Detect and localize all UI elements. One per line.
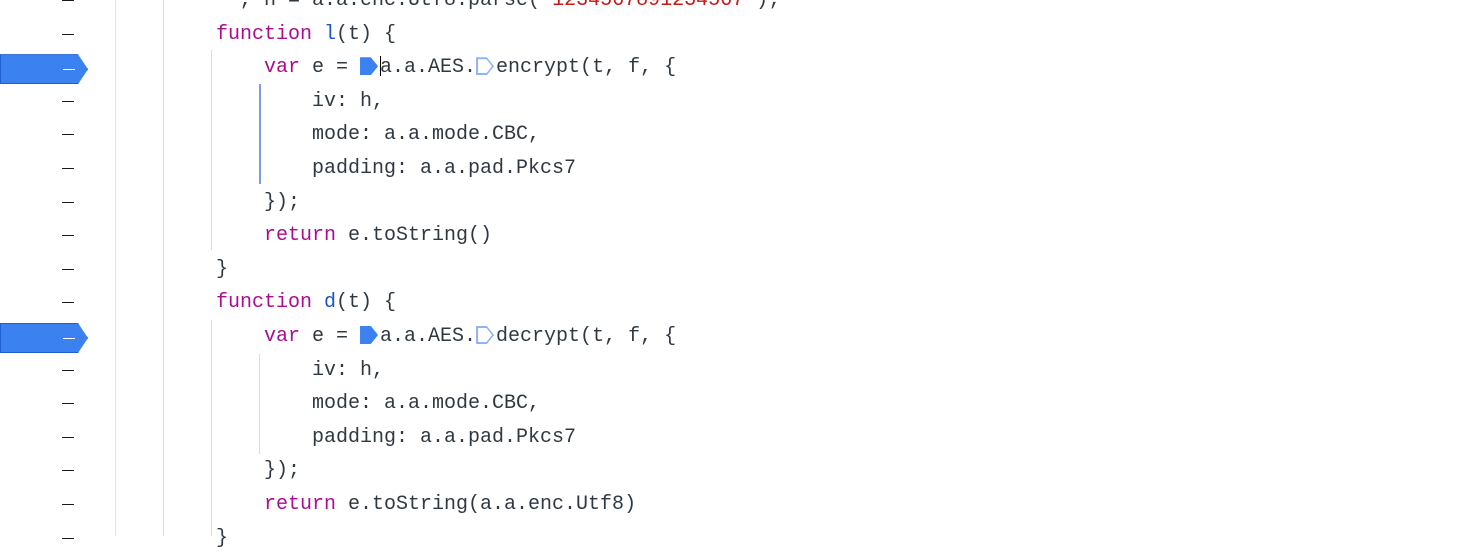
code-token: }); [264,190,301,214]
keyword-token: var [264,56,301,80]
line-dash-marker [62,302,74,304]
line-dash-marker [63,338,75,339]
line-dash-marker [62,504,74,505]
code-line[interactable]: var e = a.a.AES. decrypt(t, f, { [264,320,676,354]
code-token: (t) { [336,22,397,46]
gutter-line[interactable] [0,488,116,522]
gutter-line[interactable] [0,219,116,253]
gutter-line[interactable] [0,421,116,455]
code-token: encrypt(t, f, { [496,56,677,80]
code-token: } [216,257,229,281]
code-token: iv: h, [312,89,385,113]
string-token: "1234567891234567" [540,0,757,12]
line-dash-marker [62,436,74,438]
inline-breakpoint-active-icon[interactable] [360,326,379,344]
code-line[interactable]: , h = a.a.enc.Utf8.parse("12345678912345… [240,0,780,18]
code-line[interactable]: padding: a.a.pad.Pkcs7 [312,421,576,455]
indent-guide [211,50,212,250]
indent-guide [163,0,164,536]
line-dash-marker [62,268,74,270]
line-gutter[interactable] [0,0,116,539]
code-editor[interactable]: , h = a.a.enc.Utf8.parse("12345678912345… [116,0,1472,550]
gutter-line[interactable] [0,85,116,119]
code-token: e = [300,325,361,348]
inline-breakpoint-inactive-icon[interactable] [476,326,495,344]
keyword-token: var [264,325,301,348]
line-dash-marker [62,33,74,35]
line-dash-marker [62,134,74,136]
code-token: , h = a.a.enc.Utf8.parse( [240,0,541,12]
code-line[interactable]: iv: h, [312,354,384,388]
line-dash-marker [62,100,74,102]
breakpoint-marker[interactable] [0,51,116,85]
line-dash-marker [62,470,74,472]
code-line[interactable]: function l(t) { [216,18,396,52]
code-token: a.a.AES. [380,56,477,80]
code-token: e = [300,56,361,80]
code-token: e.toString() [336,224,493,248]
code-token: ); [756,0,781,12]
inline-breakpoint-inactive-icon[interactable] [476,57,495,76]
code-token: iv: h, [312,358,385,382]
gutter-line[interactable] [0,522,116,556]
function-name-token: d [324,291,337,315]
code-token: mode: a.a.mode.CBC, [312,123,541,147]
line-dash-marker [62,168,74,169]
code-line[interactable]: iv: h, [312,85,384,119]
code-token: } [216,526,229,550]
code-line[interactable]: mode: a.a.mode.CBC, [312,118,540,152]
gutter-line[interactable] [0,18,116,52]
indent-guide [259,354,260,454]
code-token: padding: a.a.pad.Pkcs7 [312,425,577,449]
code-token: mode: a.a.mode.CBC, [312,392,541,416]
indent-guide-active [259,84,261,184]
gutter-line[interactable] [0,186,116,220]
code-token: (t) { [336,291,397,315]
code-token: }); [264,459,301,483]
gutter-line[interactable] [0,152,116,186]
gutter-line[interactable] [0,354,116,388]
function-name-token: l [324,22,337,46]
code-line[interactable]: }); [264,186,300,220]
gutter-line[interactable] [0,253,116,287]
inline-breakpoint-active-icon[interactable] [360,57,379,76]
line-dash-marker [62,0,74,1]
code-line[interactable]: } [216,253,228,287]
keyword-token: return [264,493,337,516]
code-line[interactable]: var e = a.a.AES. encrypt(t, f, { [264,51,676,85]
code-token: a.a.AES. [380,325,477,348]
code-line[interactable]: mode: a.a.mode.CBC, [312,387,540,421]
gutter-line[interactable] [0,286,116,320]
indent-guide [211,320,212,536]
line-dash-marker [63,69,75,71]
code-line[interactable]: } [216,522,228,556]
gutter-line[interactable] [0,0,116,18]
gutter-line[interactable] [0,454,116,488]
keyword-token: function [216,291,313,315]
gutter-line[interactable] [0,118,116,152]
gutter-line[interactable] [0,387,116,421]
code-line[interactable]: }); [264,454,300,488]
code-line[interactable]: function d(t) { [216,286,396,320]
code-line[interactable]: return e.toString() [264,219,492,253]
breakpoint-marker[interactable] [0,320,116,354]
code-token: e.toString(a.a.enc.Utf8) [336,493,637,516]
code-line[interactable]: return e.toString(a.a.enc.Utf8) [264,488,636,522]
line-dash-marker [62,369,74,371]
line-dash-marker [62,537,74,539]
line-dash-marker [62,403,74,405]
keyword-token: return [264,224,337,248]
breakpoint-flag[interactable] [0,54,88,85]
code-token: decrypt(t, f, { [496,325,677,348]
code-token: padding: a.a.pad.Pkcs7 [312,157,577,180]
breakpoint-flag[interactable] [0,323,88,353]
line-dash-marker [62,201,74,203]
keyword-token: function [216,22,313,46]
code-line[interactable]: padding: a.a.pad.Pkcs7 [312,152,576,186]
line-dash-marker [62,235,74,237]
